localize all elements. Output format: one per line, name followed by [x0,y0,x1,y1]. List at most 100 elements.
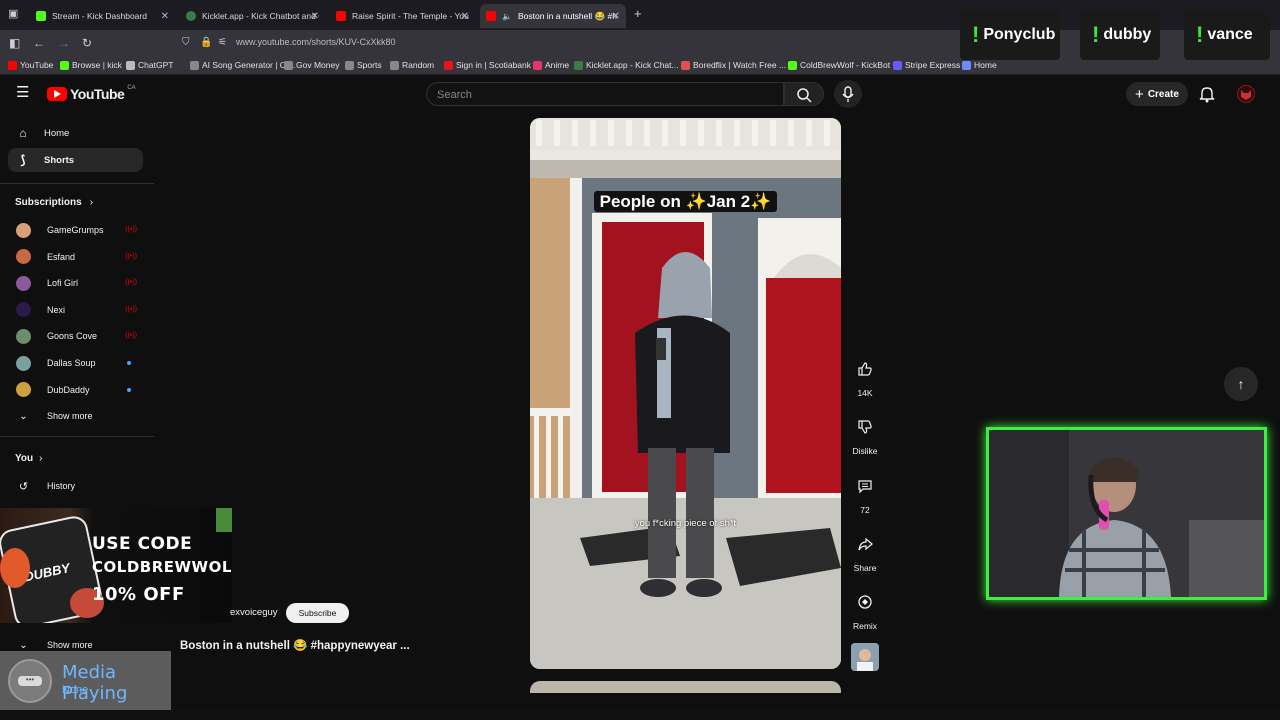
caption-overlay-wrapper: People on ✨Jan 2✨ [530,191,841,212]
bookmark-anime[interactable]: Anime [533,60,569,70]
close-tab-icon[interactable]: ✕ [461,11,469,22]
thumbs-down-icon [850,412,880,442]
bookmark-coldbrewwolf-kickbot[interactable]: ColdBrewWolf - KickBot [788,60,890,70]
search-button[interactable] [784,82,824,106]
history-icon: ↺ [18,480,29,493]
tracking-shield-icon[interactable]: ⛉ [182,36,190,50]
channel-avatar [16,328,31,344]
search-input[interactable]: Search [426,82,784,106]
you-header[interactable]: You › [15,453,43,464]
short-title[interactable]: Boston in a nutshell 😂 #happynewyear ... [180,638,410,652]
close-tab-icon[interactable]: ✕ [161,11,169,22]
bookmark-gov-money[interactable]: Gov Money [284,60,339,70]
close-tab-icon[interactable]: ✕ [311,11,319,22]
bookmark-youtube[interactable]: YouTube [8,60,53,70]
sound-thumbnail[interactable] [851,643,879,671]
sidebar-item-history[interactable]: ↺ History [16,476,141,496]
sidebar-item-shorts[interactable]: ⟆ Shorts [8,148,143,172]
next-short-preview[interactable] [530,681,841,693]
bookmark-random[interactable]: Random [390,60,434,70]
sidebar-subscription-nexi[interactable]: Nexi ((•)) [16,300,141,320]
leaf-image [216,508,232,532]
chevron-down-icon: ⌄ [19,639,28,651]
bookmark-sports[interactable]: Sports [345,60,382,70]
bookmark-label: Home [974,60,997,70]
bookmark-browse-kick[interactable]: Browse | kick [60,60,122,70]
sidebar-subscription-dallas-soup[interactable]: Dallas Soup [16,353,141,373]
bookmark-favicon-icon [893,60,902,70]
fruit-image [0,548,30,588]
bookmark-stripe-express[interactable]: Stripe Express [893,60,960,70]
sidebar-subscription-lofi-girl[interactable]: Lofi Girl ((•)) [16,273,141,293]
url-field[interactable]: www.youtube.com/shorts/KUV-CxXkk80 [236,37,396,47]
sidebar-subscription-dubdaddy[interactable]: DubDaddy [16,380,141,400]
you-title: You [15,453,34,464]
tab-kicklet[interactable]: Kicklet.app - Kick Chatbot and C ✕ [180,4,325,28]
chevron-right-icon: › [39,453,43,464]
comment-icon [850,471,880,501]
previous-short-button[interactable]: ↑ [1224,367,1258,401]
promo-line-2: COLDBREWWOLF [92,558,232,576]
dislike-button[interactable]: Dislike [848,412,882,456]
bookmark-chatgpt[interactable]: ChatGPT [126,60,173,70]
sidebar-subscription-goons-cove[interactable]: Goons Cove ((•)) [16,326,141,346]
notifications-bell-icon[interactable] [1199,85,1215,106]
bookmark-home[interactable]: Home [962,60,997,70]
remix-button[interactable]: Remix [848,587,882,631]
create-button[interactable]: + Create [1126,82,1188,106]
youtube-wordmark: YouTube [70,86,125,102]
like-button[interactable]: 14K [848,354,882,398]
speaker-icon[interactable]: 🔈 [502,12,512,21]
subscribe-button[interactable]: Subscribe [286,603,349,623]
bookmark-label: YouTube [20,60,54,70]
reload-icon[interactable]: ↻ [82,36,92,50]
remix-icon [850,587,880,617]
new-tab-button[interactable]: + [634,7,642,21]
menu-icon[interactable]: ☰ [16,85,29,100]
show-more-label: Show more [47,640,93,650]
permissions-icon[interactable]: ⚟ [218,36,227,50]
short-video-player[interactable]: People on ✨Jan 2✨ you f*cking piece of s… [530,118,841,669]
subscriptions-header[interactable]: Subscriptions › [15,197,93,208]
channel-name[interactable]: exvoiceguy [230,607,278,618]
bookmark-boredflix-watch-free[interactable]: Boredflix | Watch Free ... [681,60,786,70]
lock-icon[interactable]: 🔒 [200,36,212,50]
youtube-logo[interactable]: YouTube CA [47,85,136,102]
bookmark-sign-in-scotiabank[interactable]: Sign in | Scotiabank [444,60,531,70]
avatar[interactable] [1237,85,1255,103]
channel-avatar [16,222,31,238]
voice-search-button[interactable] [834,80,862,108]
share-button[interactable]: Share [848,529,882,573]
bookmark-favicon-icon [8,60,17,70]
comments-button[interactable]: 72 [848,471,882,515]
close-tab-icon[interactable]: ✕ [612,11,620,22]
channel-name: Dallas Soup [47,358,96,368]
sidebar-toggle-icon[interactable]: ◧ [9,36,20,50]
sidebar-item-home[interactable]: ⌂ Home [8,121,143,145]
bookmark-kicklet-app-kick-chat[interactable]: Kicklet.app - Kick Chat... [574,60,679,70]
sidebar-subscription-gamegrumps[interactable]: GameGrumps ((•)) [16,220,141,240]
forward-icon[interactable]: → [58,36,70,50]
tab-boston-short[interactable]: 🔈 Boston in a nutshell 😂 #h ✕ [480,4,626,28]
channel-avatar [16,355,31,371]
live-indicator-icon: ((•)) [125,252,137,260]
show-more-subscriptions[interactable]: ⌄ Show more [16,406,141,426]
tab-raise-spirit[interactable]: Raise Spirit - The Temple - YouT ✕ [330,4,475,28]
sidebar-item-label: Shorts [44,154,75,166]
channel-name: DubDaddy [47,384,90,395]
overlay-name: Ponyclub [983,26,1056,43]
tab-overview-icon[interactable]: ▣ [8,7,18,21]
sidebar-subscription-esfand[interactable]: Esfand ((•)) [16,247,141,267]
bookmark-label: Gov Money [296,60,340,70]
bookmark-ai-song-generator-cr[interactable]: AI Song Generator | Cr... [190,60,295,70]
back-icon[interactable]: ← [33,36,45,50]
channel-avatar [16,275,31,291]
caption-overlay: People on ✨Jan 2✨ [593,191,778,212]
brand-label: DUBBY [22,560,72,585]
bookmark-favicon-icon [126,60,135,70]
live-indicator-icon: ((•)) [125,279,137,287]
media-status: None [62,684,89,696]
bookmark-label: ChatGPT [138,60,174,70]
exclamation-icon: ! [1092,22,1100,47]
tab-kick-dashboard[interactable]: Stream - Kick Dashboard ✕ [30,4,175,28]
